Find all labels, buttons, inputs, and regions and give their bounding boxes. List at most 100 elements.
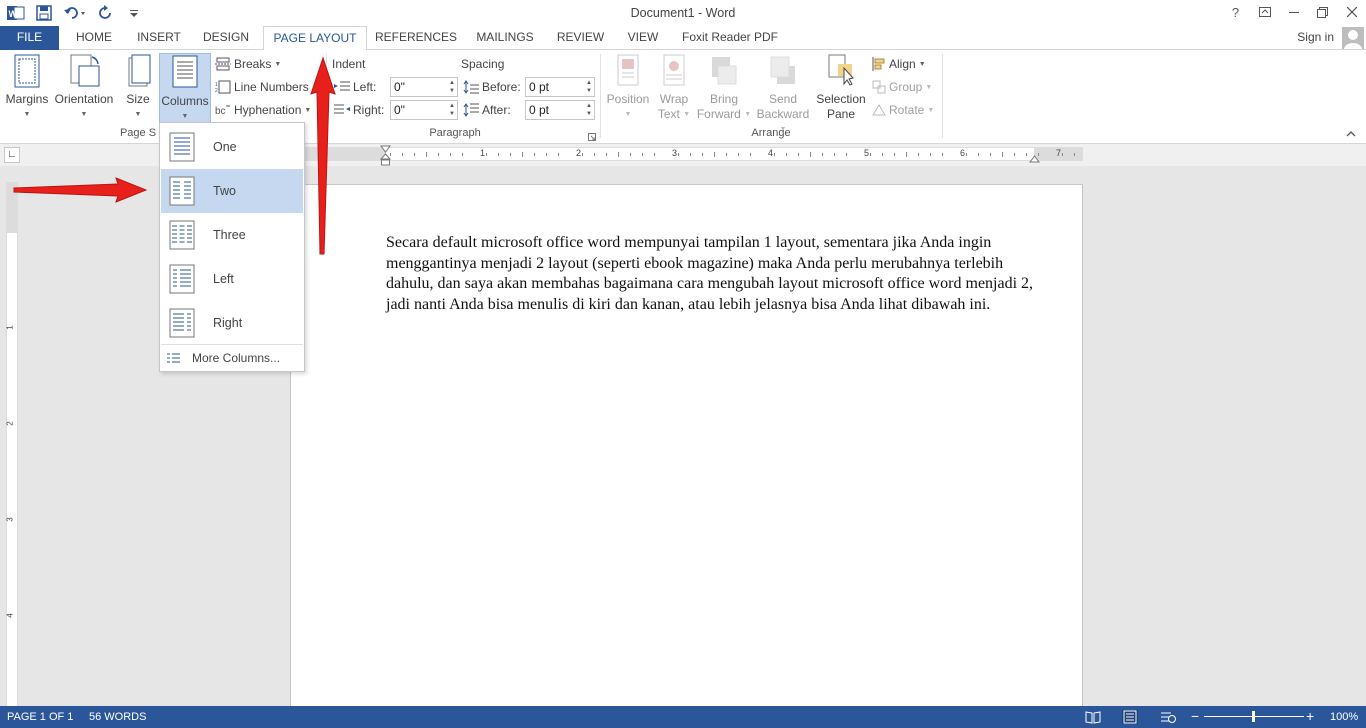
- document-page[interactable]: Secara default microsoft office word mem…: [290, 184, 1083, 706]
- vertical-ruler[interactable]: 1 2 3 4: [6, 182, 18, 706]
- save-icon[interactable]: [34, 3, 54, 23]
- zoom-slider-thumb[interactable]: [1252, 711, 1255, 722]
- close-icon[interactable]: [1337, 0, 1366, 24]
- hyphenation-button[interactable]: bc Hyphenation ▼: [215, 100, 311, 120]
- group-separator: [942, 54, 943, 138]
- columns-option-one[interactable]: One: [161, 125, 303, 169]
- line-numbers-button[interactable]: 12 Line Numbers: [215, 77, 309, 97]
- spacing-after-input[interactable]: 0 pt ▲ ▼: [525, 100, 595, 120]
- read-mode-icon[interactable]: [1085, 710, 1101, 724]
- columns-option-right[interactable]: Right: [161, 301, 303, 345]
- tab-home[interactable]: HOME: [68, 26, 120, 50]
- help-icon[interactable]: ?: [1221, 0, 1250, 24]
- ribbon-display-options-icon[interactable]: [1250, 0, 1279, 24]
- status-bar: PAGE 1 OF 1 56 WORDS − + 100%: [0, 706, 1366, 728]
- indent-left-input[interactable]: 0" ▲ ▼: [390, 77, 458, 97]
- ruler-tick: [1074, 153, 1075, 156]
- document-body-text[interactable]: Secara default microsoft office word mem…: [386, 233, 1036, 315]
- ruler-tick: [486, 153, 487, 156]
- tab-mailings[interactable]: MAILINGS: [468, 26, 542, 50]
- spacing-before-label: Before:: [463, 80, 521, 94]
- spacing-before-input[interactable]: 0 pt ▲ ▼: [525, 77, 595, 97]
- ribbon-tab-bar: FILE HOME INSERT DESIGN PAGE LAYOUT REFE…: [0, 26, 1366, 51]
- spinner-arrows-icon[interactable]: ▲ ▼: [586, 79, 592, 95]
- ruler-tick: [1026, 153, 1027, 156]
- word-count[interactable]: 56 WORDS: [89, 711, 146, 723]
- arrange-group-label: Arrange: [751, 127, 791, 139]
- zoom-out-button[interactable]: −: [1191, 708, 1199, 724]
- tab-insert[interactable]: INSERT: [131, 26, 187, 50]
- hyphenation-icon: bc: [215, 105, 230, 117]
- ruler-tick: [834, 153, 835, 156]
- selection-pane-button[interactable]: Selection Pane: [815, 54, 867, 124]
- restore-icon[interactable]: [1308, 0, 1337, 24]
- customize-qat-icon[interactable]: [124, 3, 144, 23]
- wrap-text-button[interactable]: Wrap Text ▼: [654, 54, 694, 124]
- rotate-icon: [872, 104, 886, 116]
- spacing-after-icon: [463, 103, 479, 117]
- tab-selector[interactable]: ∟: [4, 147, 20, 163]
- more-columns-option[interactable]: More Columns...: [161, 347, 303, 369]
- tab-file[interactable]: FILE: [0, 26, 59, 50]
- print-layout-icon[interactable]: [1122, 710, 1138, 724]
- dropdown-caret-icon: ▼: [274, 60, 282, 68]
- minimize-icon[interactable]: [1279, 0, 1308, 24]
- ruler-number: 2: [5, 421, 15, 426]
- spinner-arrows-icon[interactable]: ▲ ▼: [586, 102, 592, 118]
- margins-button[interactable]: Margins ▼: [4, 54, 50, 122]
- columns-dropdown-menu: One Two Three Left Right More Columns...: [159, 122, 305, 372]
- ruler-tick: [642, 153, 643, 156]
- zoom-in-button[interactable]: +: [1306, 708, 1314, 724]
- group-icon: [872, 80, 886, 94]
- page-count[interactable]: PAGE 1 OF 1: [7, 711, 73, 723]
- bring-forward-button[interactable]: Bring Forward ▼: [696, 54, 752, 124]
- ruler-tick: [426, 152, 427, 157]
- columns-option-three[interactable]: Three: [161, 213, 303, 257]
- group-button[interactable]: Group ▼: [872, 77, 932, 97]
- columns-option-two[interactable]: Two: [161, 169, 303, 213]
- tab-view[interactable]: VIEW: [619, 26, 667, 50]
- ruler-tick: [582, 153, 583, 156]
- ruler-number: 1: [480, 148, 486, 158]
- zoom-level[interactable]: 100%: [1330, 711, 1358, 723]
- web-layout-icon[interactable]: [1160, 710, 1176, 724]
- position-button[interactable]: Position ▼: [604, 54, 652, 124]
- one-column-icon: [161, 127, 203, 167]
- collapse-ribbon-icon[interactable]: [1346, 127, 1356, 141]
- indent-right-input[interactable]: 0" ▲ ▼: [390, 100, 458, 120]
- word-app-icon[interactable]: W: [6, 3, 26, 23]
- send-backward-icon: [770, 56, 795, 84]
- indent-right-icon: [334, 104, 350, 114]
- size-button[interactable]: Size ▼: [120, 54, 156, 122]
- dropdown-caret-icon: ▼: [927, 106, 935, 114]
- tab-references[interactable]: REFERENCES: [373, 26, 459, 50]
- ruler-tick: [930, 153, 931, 156]
- tab-page-layout[interactable]: PAGE LAYOUT: [263, 26, 367, 51]
- breaks-button[interactable]: Breaks ▼: [215, 54, 281, 74]
- rotate-button[interactable]: Rotate ▼: [872, 100, 934, 120]
- ruler-tick: [786, 153, 787, 156]
- send-backward-button[interactable]: Send Backward ▼: [752, 54, 814, 133]
- svg-text:W: W: [9, 9, 18, 19]
- spinner-arrows-icon[interactable]: ▲ ▼: [449, 79, 455, 95]
- spacing-after-label: After:: [463, 103, 511, 117]
- tab-foxit-reader-pdf[interactable]: Foxit Reader PDF: [676, 26, 784, 50]
- tab-design[interactable]: DESIGN: [197, 26, 255, 50]
- orientation-button[interactable]: Orientation ▼: [52, 54, 116, 122]
- ruler-tick: [510, 153, 511, 156]
- undo-icon[interactable]: [62, 3, 88, 23]
- columns-button[interactable]: Columns ▼: [159, 53, 211, 123]
- spinner-arrows-icon[interactable]: ▲ ▼: [449, 102, 455, 118]
- paragraph-dialog-launcher-icon[interactable]: [588, 130, 596, 144]
- redo-icon[interactable]: [96, 3, 116, 23]
- ruler-number: 2: [576, 148, 582, 158]
- avatar[interactable]: [1342, 27, 1364, 49]
- sign-in-link[interactable]: Sign in: [1297, 30, 1334, 44]
- horizontal-ruler[interactable]: 1 2 3 4 5 6 7: [305, 147, 1083, 161]
- right-indent-marker-icon[interactable]: [1029, 152, 1040, 166]
- align-button[interactable]: Align ▼: [872, 54, 926, 74]
- ruler-tick: [1062, 153, 1063, 156]
- tab-review[interactable]: REVIEW: [551, 26, 610, 50]
- breaks-icon: [215, 57, 231, 71]
- columns-option-left[interactable]: Left: [161, 257, 303, 301]
